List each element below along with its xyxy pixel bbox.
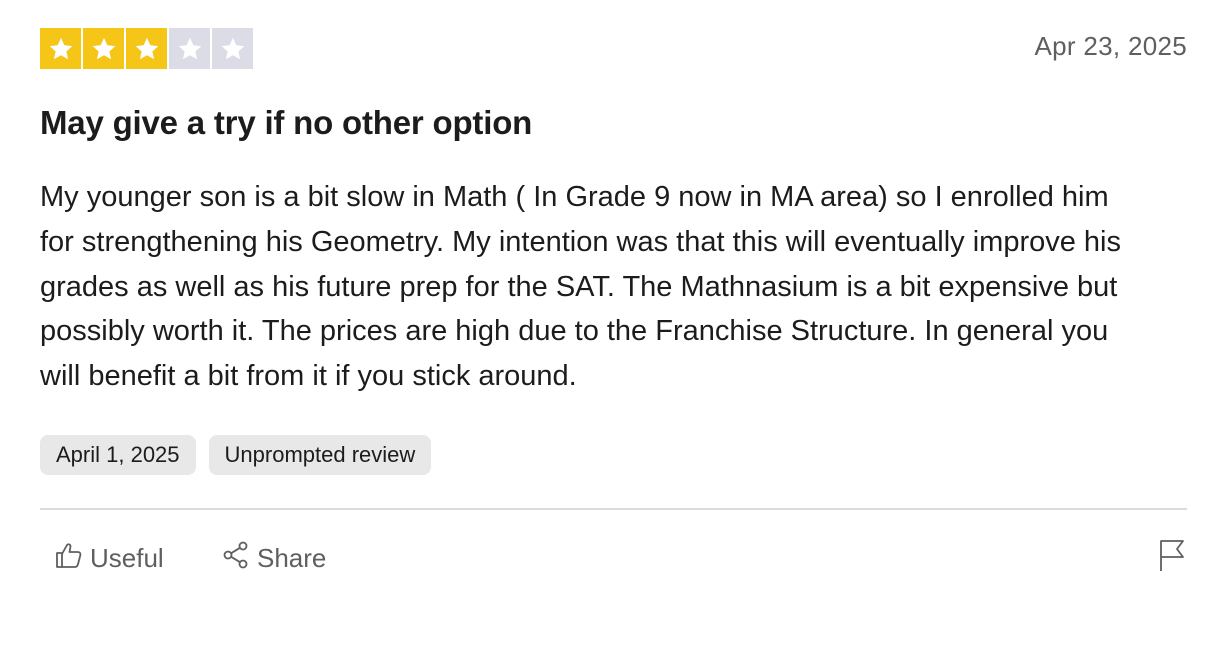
review-tags: April 1, 2025 Unprompted review [40, 434, 1187, 475]
review-body: My younger son is a bit slow in Math ( I… [40, 181, 1122, 393]
star-filled-icon [83, 28, 124, 69]
review-header: Apr 23, 2025 [40, 28, 1187, 69]
report-flag-button[interactable] [1157, 538, 1187, 577]
share-icon [221, 540, 251, 577]
review-actions: Useful Share [40, 530, 1187, 590]
review-type-badge: Unprompted review [208, 434, 432, 475]
review-card: Apr 23, 2025 May give a try if no other … [40, 28, 1187, 590]
star-filled-icon [126, 28, 167, 69]
star-empty-icon [169, 28, 210, 69]
share-label: Share [257, 542, 327, 573]
flag-icon [1157, 540, 1187, 576]
useful-button[interactable]: Useful [54, 540, 164, 577]
useful-label: Useful [90, 542, 164, 573]
star-empty-icon [212, 28, 253, 69]
divider [40, 507, 1187, 510]
review-title: May give a try if no other option [40, 104, 533, 141]
experience-date-badge: April 1, 2025 [40, 434, 196, 475]
review-date: Apr 23, 2025 [1034, 31, 1187, 61]
star-rating [40, 28, 253, 69]
star-filled-icon [40, 28, 81, 69]
share-button[interactable]: Share [221, 540, 326, 577]
thumbs-up-icon [54, 540, 84, 577]
